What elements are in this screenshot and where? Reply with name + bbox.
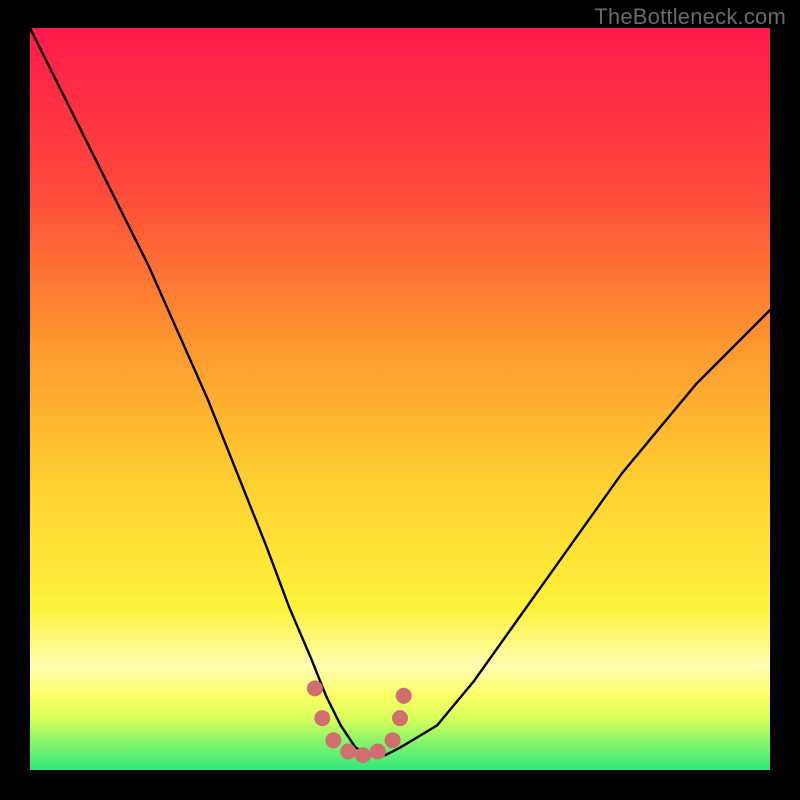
optimum-dot	[307, 680, 323, 696]
optimum-dot	[370, 744, 386, 760]
optimum-dot	[325, 732, 341, 748]
optimum-dot	[385, 732, 401, 748]
optimum-dot	[340, 744, 356, 760]
bottleneck-chart	[30, 28, 770, 770]
optimum-dot	[314, 710, 330, 726]
chart-frame: TheBottleneck.com	[0, 0, 800, 800]
gradient-bg	[30, 28, 770, 770]
plot-area	[30, 28, 770, 770]
optimum-dot	[396, 688, 412, 704]
watermark-text: TheBottleneck.com	[594, 4, 786, 30]
optimum-dot	[355, 747, 371, 763]
optimum-dot	[392, 710, 408, 726]
